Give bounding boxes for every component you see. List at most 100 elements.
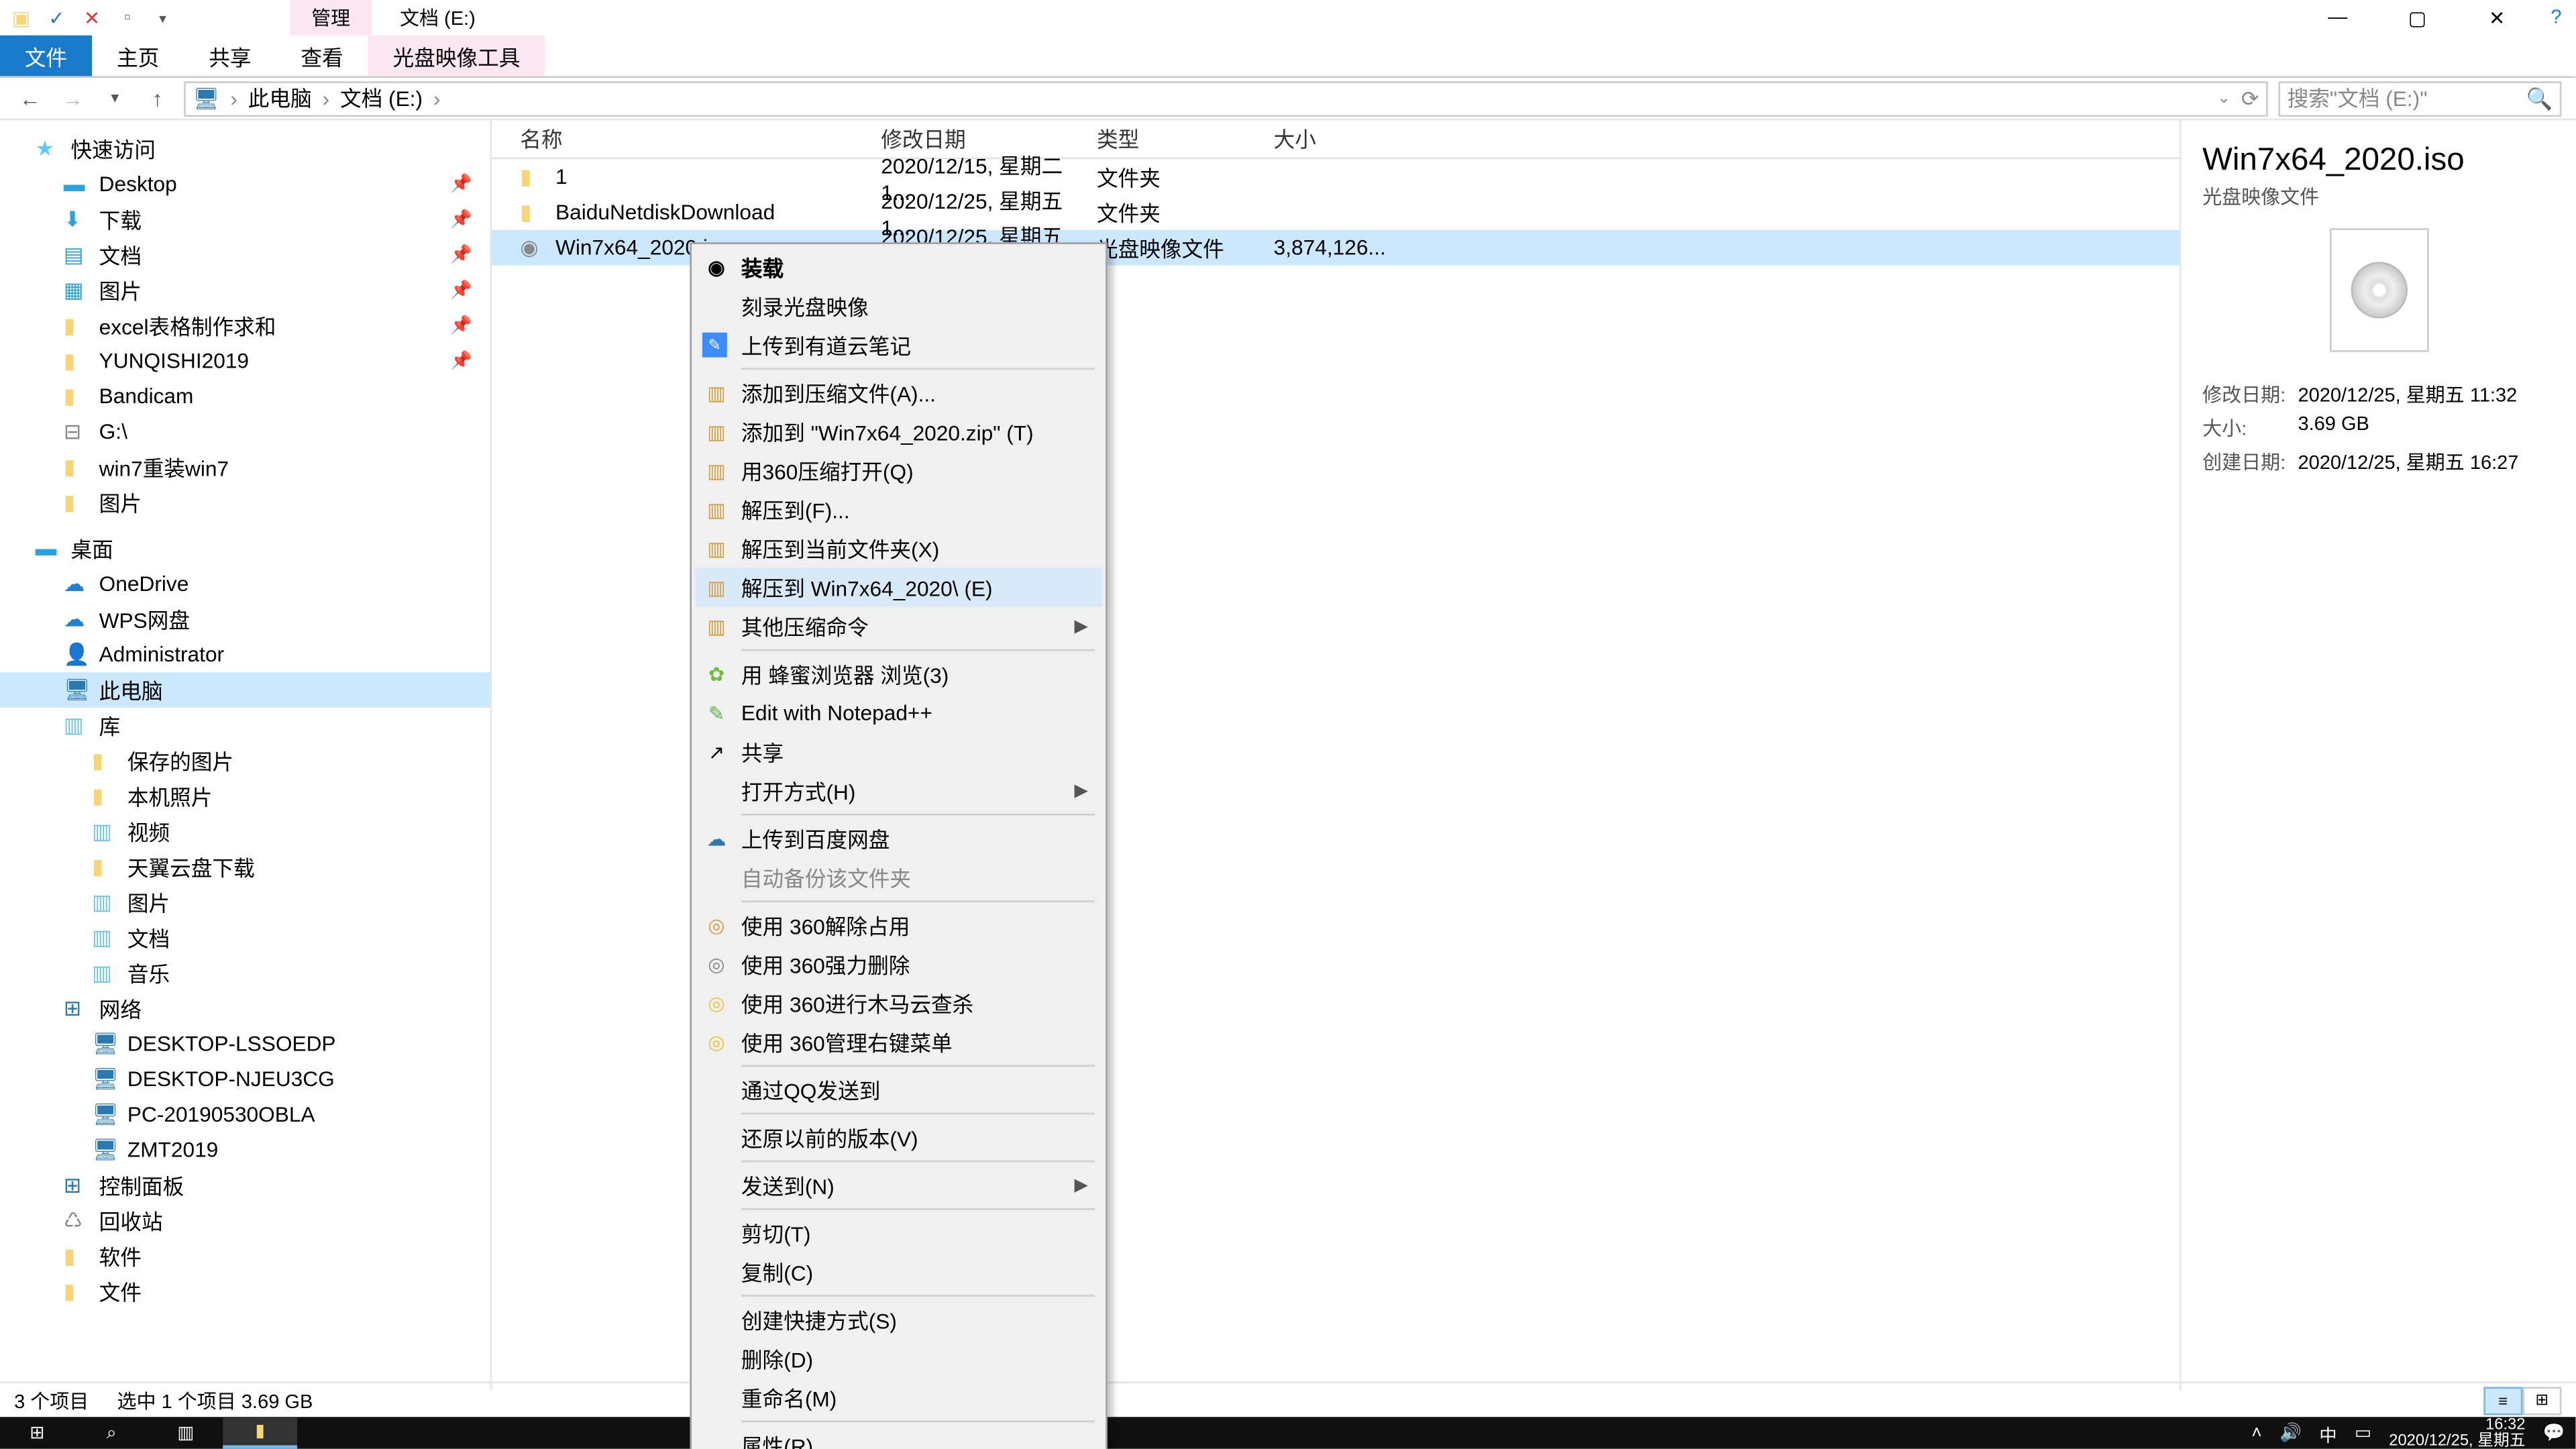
close-button[interactable]: ✕ bbox=[2457, 0, 2537, 36]
tree-onedrive[interactable]: ☁OneDrive bbox=[0, 566, 490, 602]
tree-pc3[interactable]: 🖥PC-20190530OBLA bbox=[0, 1097, 490, 1132]
ctx-shortcut[interactable]: 创建快捷方式(S) bbox=[695, 1300, 1102, 1339]
tree-network[interactable]: ⊞网络 bbox=[0, 991, 490, 1026]
action-center-icon[interactable]: 💬 bbox=[2543, 1423, 2565, 1442]
tree-pc2[interactable]: 🖥DESKTOP-NJEU3CG bbox=[0, 1061, 490, 1097]
ctx-extract-named[interactable]: ▥解压到 Win7x64_2020\ (E) bbox=[695, 568, 1102, 606]
tree-software[interactable]: ▮软件 bbox=[0, 1238, 490, 1274]
tree-library[interactable]: ▥库 bbox=[0, 708, 490, 743]
tree-music[interactable]: ▥音乐 bbox=[0, 955, 490, 991]
tree-pics2[interactable]: ▮图片 bbox=[0, 485, 490, 521]
chevron-down-icon[interactable]: ⌄ bbox=[2217, 89, 2231, 108]
ctx-add-zip[interactable]: ▥添加到 "Win7x64_2020.zip" (T) bbox=[695, 412, 1102, 451]
tree-quick-access[interactable]: ★快速访问 bbox=[0, 131, 490, 166]
breadcrumb-current[interactable]: 文档 (E:) bbox=[340, 83, 423, 113]
ctx-open-360zip[interactable]: ▥用360压缩打开(Q) bbox=[695, 451, 1102, 490]
tree-files[interactable]: ▮文件 bbox=[0, 1274, 490, 1309]
ctx-360-scan[interactable]: ◎使用 360进行木马云查杀 bbox=[695, 983, 1102, 1022]
refresh-icon[interactable]: ⟳ bbox=[2241, 86, 2259, 111]
back-button[interactable]: ← bbox=[14, 86, 46, 111]
search-input[interactable]: 搜索"文档 (E:)" 🔍 bbox=[2278, 80, 2561, 116]
dropdown-icon[interactable]: ▾ bbox=[149, 3, 177, 32]
ctx-bee-browser[interactable]: ✿用 蜂蜜浏览器 浏览(3) bbox=[695, 655, 1102, 694]
tab-home[interactable]: 主页 bbox=[92, 36, 184, 76]
ctx-rename[interactable]: 重命名(M) bbox=[695, 1378, 1102, 1417]
tab-manage[interactable]: 管理 bbox=[290, 0, 371, 36]
ctx-360-menu[interactable]: ◎使用 360管理右键菜单 bbox=[695, 1022, 1102, 1061]
ctx-extract-to[interactable]: ▥解压到(F)... bbox=[695, 490, 1102, 529]
tab-share[interactable]: 共享 bbox=[184, 36, 276, 76]
list-row[interactable]: ▮BaiduNetdiskDownload 2020/12/25, 星期五 1.… bbox=[492, 195, 2180, 230]
ctx-extract-here[interactable]: ▥解压到当前文件夹(X) bbox=[695, 529, 1102, 568]
notification-icon[interactable]: ▭ bbox=[2355, 1423, 2371, 1442]
tree-thispc[interactable]: 🖥此电脑 bbox=[0, 672, 490, 708]
column-name[interactable]: 名称 bbox=[492, 124, 881, 154]
ctx-copy[interactable]: 复制(C) bbox=[695, 1252, 1102, 1291]
ctx-mount[interactable]: ◉装载 bbox=[695, 248, 1102, 286]
column-size[interactable]: 大小 bbox=[1274, 124, 1415, 154]
close-red-icon[interactable]: ✕ bbox=[78, 3, 106, 32]
maximize-button[interactable]: ▢ bbox=[2377, 0, 2457, 36]
view-details-button[interactable]: ≡ bbox=[2483, 1386, 2522, 1414]
tray-chevron-icon[interactable]: ˄ bbox=[2251, 1423, 2261, 1442]
tree-desktop-root[interactable]: ▬桌面 bbox=[0, 531, 490, 566]
tab-isotools[interactable]: 光盘映像工具 bbox=[368, 36, 545, 76]
tree-recycle[interactable]: ♺回收站 bbox=[0, 1203, 490, 1238]
up-button[interactable]: ↑ bbox=[142, 86, 173, 111]
tree-pics3[interactable]: ▥图片 bbox=[0, 885, 490, 920]
volume-icon[interactable]: 🔊 bbox=[2279, 1423, 2302, 1442]
ctx-delete[interactable]: 删除(D) bbox=[695, 1339, 1102, 1378]
tree-excel[interactable]: ▮excel表格制作求和📌 bbox=[0, 308, 490, 343]
tree-downloads[interactable]: ⬇下载📌 bbox=[0, 202, 490, 237]
ctx-other-zip[interactable]: ▥其他压缩命令▶ bbox=[695, 606, 1102, 645]
tree-pc1[interactable]: 🖥DESKTOP-LSSOEDP bbox=[0, 1026, 490, 1061]
ctx-baidu-upload[interactable]: ☁上传到百度网盘 bbox=[695, 819, 1102, 858]
recent-dropdown[interactable]: ▾ bbox=[99, 89, 131, 108]
taskview-button[interactable]: ▥ bbox=[149, 1417, 223, 1448]
ctx-properties[interactable]: 属性(R) bbox=[695, 1426, 1102, 1449]
tree-win7[interactable]: ▮win7重装win7 bbox=[0, 449, 490, 485]
list-row[interactable]: ▮1 2020/12/15, 星期二 1... 文件夹 bbox=[492, 159, 2180, 195]
ctx-burn[interactable]: 刻录光盘映像 bbox=[695, 286, 1102, 325]
tree-documents[interactable]: ▤文档📌 bbox=[0, 237, 490, 272]
view-icons-button[interactable]: ⊞ bbox=[2522, 1386, 2561, 1414]
tree-bandicam[interactable]: ▮Bandicam bbox=[0, 378, 490, 414]
breadcrumb-root[interactable]: 此电脑 bbox=[248, 83, 312, 113]
tree-docs2[interactable]: ▥文档 bbox=[0, 920, 490, 955]
ctx-notepad-pp[interactable]: ✎Edit with Notepad++ bbox=[695, 694, 1102, 733]
ctx-360-unlock[interactable]: ◎使用 360解除占用 bbox=[695, 906, 1102, 945]
column-type[interactable]: 类型 bbox=[1097, 124, 1274, 154]
tree-wps[interactable]: ☁WPS网盘 bbox=[0, 602, 490, 637]
new-folder-icon[interactable]: ▫ bbox=[113, 3, 142, 32]
tree-local-pics[interactable]: ▮本机照片 bbox=[0, 778, 490, 814]
tree-gdrive[interactable]: ⊟G:\ bbox=[0, 414, 490, 449]
clock[interactable]: 16:32 2020/12/25, 星期五 bbox=[2389, 1417, 2525, 1448]
tree-tianyi[interactable]: ▮天翼云盘下载 bbox=[0, 849, 490, 885]
tree-video[interactable]: ▥视频 bbox=[0, 814, 490, 849]
ctx-open-with[interactable]: 打开方式(H)▶ bbox=[695, 771, 1102, 810]
ctx-youdao[interactable]: ✎上传到有道云笔记 bbox=[695, 325, 1102, 364]
ctx-qq-send[interactable]: 通过QQ发送到 bbox=[695, 1070, 1102, 1109]
ime-indicator[interactable]: 中 bbox=[2319, 1419, 2337, 1446]
tree-yunqishi[interactable]: ▮YUNQISHI2019📌 bbox=[0, 343, 490, 379]
tree-pc4[interactable]: 🖥ZMT2019 bbox=[0, 1132, 490, 1168]
forward-button[interactable]: → bbox=[56, 86, 88, 111]
ctx-360-delete[interactable]: ◎使用 360强力删除 bbox=[695, 945, 1102, 983]
help-button[interactable]: ? bbox=[2536, 0, 2575, 36]
tree-control-panel[interactable]: ⊞控制面板 bbox=[0, 1167, 490, 1203]
tree-admin[interactable]: 👤Administrator bbox=[0, 637, 490, 672]
tree-saved-pics[interactable]: ▮保存的图片 bbox=[0, 743, 490, 779]
tab-file[interactable]: 文件 bbox=[0, 36, 92, 76]
ctx-add-archive[interactable]: ▥添加到压缩文件(A)... bbox=[695, 373, 1102, 412]
ctx-cut[interactable]: 剪切(T) bbox=[695, 1214, 1102, 1252]
tree-desktop[interactable]: ▬Desktop📌 bbox=[0, 166, 490, 202]
ctx-send-to[interactable]: 发送到(N)▶ bbox=[695, 1166, 1102, 1205]
ctx-share[interactable]: ↗共享 bbox=[695, 733, 1102, 771]
tree-pictures[interactable]: ▦图片📌 bbox=[0, 272, 490, 308]
search-button[interactable]: ⌕ bbox=[74, 1417, 149, 1448]
breadcrumb[interactable]: 🖥 › 此电脑 › 文档 (E:) › ⌄ ⟳ bbox=[184, 80, 2267, 116]
minimize-button[interactable]: ― bbox=[2298, 0, 2377, 36]
start-button[interactable]: ⊞ bbox=[0, 1417, 74, 1448]
explorer-taskbar[interactable]: ▮ bbox=[223, 1417, 297, 1448]
ctx-restore-version[interactable]: 还原以前的版本(V) bbox=[695, 1118, 1102, 1157]
